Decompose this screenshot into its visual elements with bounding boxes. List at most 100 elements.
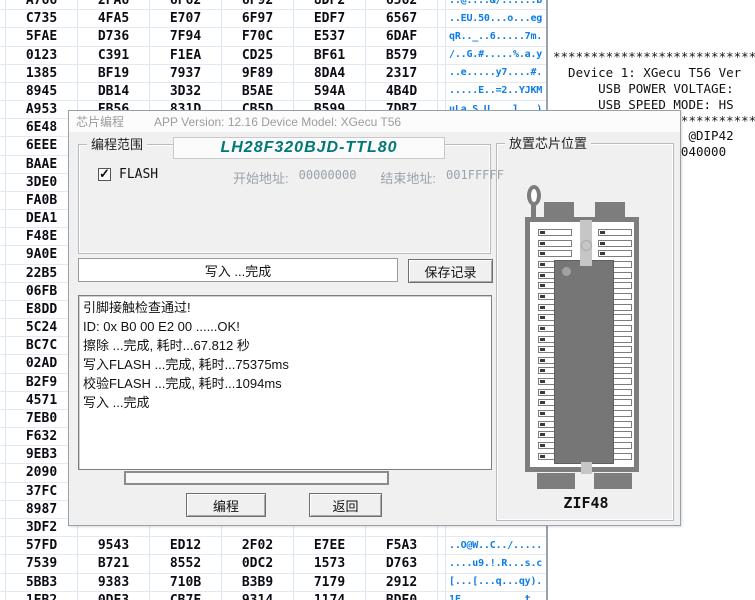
ascii-cell[interactable]: ..O@W..C../.....	[446, 537, 542, 555]
back-button[interactable]: 返回	[309, 493, 382, 517]
hex-cell[interactable]: E707	[150, 10, 222, 27]
hex-cell[interactable]: 0DF3	[78, 592, 150, 600]
hex-cell[interactable]: 2912	[366, 574, 438, 591]
hex-spacer	[438, 47, 446, 64]
hex-cell[interactable]: F70C	[222, 28, 294, 45]
hex-cell[interactable]: CD25	[222, 47, 294, 64]
operation-log[interactable]: 引脚接触检查通过!ID: 0x B0 00 E2 00 ......OK!擦除 …	[78, 295, 492, 470]
hex-cell[interactable]: 6DAF	[366, 28, 438, 45]
hex-cell[interactable]: 7F94	[150, 28, 222, 45]
end-address-label: 结束地址:	[380, 168, 436, 187]
chip-programming-dialog: 芯片编程 APP Version: 12.16 Device Model: XG…	[68, 110, 681, 526]
hex-cell[interactable]: 6562	[366, 0, 438, 9]
hex-cell[interactable]: B3B9	[222, 574, 294, 591]
hex-cell[interactable]: 5BB3	[6, 574, 78, 591]
hex-cell[interactable]: 1174	[294, 592, 366, 600]
flash-checkbox-row[interactable]: FLASH	[98, 167, 158, 182]
hex-cell[interactable]: 4B4D	[366, 83, 438, 100]
hex-cell[interactable]: 594A	[294, 83, 366, 100]
hex-cell[interactable]: E7EE	[294, 537, 366, 554]
hex-cell[interactable]: 6567	[366, 10, 438, 27]
hex-cell[interactable]: ED12	[150, 537, 222, 554]
hex-cell[interactable]: BF61	[294, 47, 366, 64]
hex-row[interactable]: 5FAE D736 7F94 F70C E537 6DAF qR.._..6..…	[0, 28, 546, 46]
socket-top-tab	[544, 202, 574, 218]
hex-cell[interactable]: D736	[78, 28, 150, 45]
hex-cell[interactable]: 8DF2	[294, 0, 366, 9]
hex-cell[interactable]: 2F02	[222, 537, 294, 554]
hex-spacer	[438, 555, 446, 572]
hex-cell[interactable]: F1EA	[150, 47, 222, 64]
hex-cell[interactable]: 5FAE	[6, 28, 78, 45]
hex-cell[interactable]: 7539	[6, 555, 78, 572]
hex-row[interactable]: 7539 B721 8552 0DC2 1573 D763 ....u9.!.R…	[0, 555, 546, 573]
hex-cell[interactable]: 2317	[366, 65, 438, 82]
hex-cell[interactable]: 8945	[6, 83, 78, 100]
hex-cell[interactable]: 8DA4	[294, 65, 366, 82]
flash-checkbox[interactable]	[98, 168, 111, 181]
hex-cell[interactable]: B5AE	[222, 83, 294, 100]
hex-cell[interactable]: 1573	[294, 555, 366, 572]
screen: A766 2FA6 6F62 6F92 8DF2 6562 ..@....&/.…	[0, 0, 755, 600]
hex-row[interactable]: 5BB3 9383 710B B3B9 7179 2912 [...[...q.…	[0, 574, 546, 592]
hex-cell[interactable]: CB7F	[150, 592, 222, 600]
ascii-cell[interactable]: ....u9.!.R...s.c	[446, 555, 542, 573]
hex-cell[interactable]: C735	[6, 10, 78, 27]
hex-cell[interactable]: 6F97	[222, 10, 294, 27]
hex-cell[interactable]: 1FB2	[6, 592, 78, 600]
hex-cell[interactable]: 3D32	[150, 83, 222, 100]
hex-cell[interactable]: BF19	[78, 65, 150, 82]
hex-cell[interactable]: 6F62	[150, 0, 222, 9]
hex-cell[interactable]: 2FA6	[78, 0, 150, 9]
dialog-title: 芯片编程	[76, 113, 124, 130]
hex-cell[interactable]: 1385	[6, 65, 78, 82]
pin-slot	[538, 250, 572, 257]
chip-name-box: LH28F320BJD-TTL80	[173, 137, 445, 159]
hex-row[interactable]: C735 4FA5 E707 6F97 EDF7 6567 ..EU.50...…	[0, 10, 546, 28]
hex-cell[interactable]: 4FA5	[78, 10, 150, 27]
hex-cell[interactable]: 7937	[150, 65, 222, 82]
hex-row[interactable]: 0123 C391 F1EA CD25 BF61 B579 /..G.#....…	[0, 47, 546, 65]
socket-bottom-tab	[594, 473, 632, 489]
hex-row[interactable]: 8945 DB14 3D32 B5AE 594A 4B4D .....E..=2…	[0, 83, 546, 101]
dialog-title-bar[interactable]: 芯片编程 APP Version: 12.16 Device Model: XG…	[69, 111, 680, 132]
hex-cell[interactable]: 9314	[222, 592, 294, 600]
hex-cell[interactable]: C391	[78, 47, 150, 64]
hex-cell[interactable]: 9383	[78, 574, 150, 591]
hex-row[interactable]: 57FD 9543 ED12 2F02 E7EE F5A3 ..O@W..C..…	[0, 537, 546, 555]
hex-cell[interactable]: F5A3	[366, 537, 438, 554]
ascii-cell[interactable]: /..G.#.....%.a.y	[446, 46, 542, 64]
hex-cell[interactable]: EDF7	[294, 10, 366, 27]
hex-row[interactable]: 1385 BF19 7937 9F89 8DA4 2317 ..e.....y7…	[0, 65, 546, 83]
hex-cell[interactable]: E537	[294, 28, 366, 45]
program-button[interactable]: 编程	[186, 493, 266, 517]
ascii-cell[interactable]: 1F...........t..	[446, 591, 542, 600]
ascii-cell[interactable]: ..e.....y7....#.	[446, 64, 542, 82]
ascii-cell[interactable]: [...[...q...qy).	[446, 573, 542, 591]
hex-row[interactable]: A766 2FA6 6F62 6F92 8DF2 6562 ..@....&/.…	[0, 0, 546, 10]
save-record-button[interactable]: 保存记录	[408, 259, 493, 283]
ascii-cell[interactable]: ..EU.50...o...eg	[446, 10, 542, 28]
hex-cell[interactable]: B579	[366, 47, 438, 64]
hex-cell[interactable]: 9F89	[222, 65, 294, 82]
hex-cell[interactable]: 6F92	[222, 0, 294, 9]
hex-cell[interactable]: A766	[6, 0, 78, 9]
hex-spacer	[438, 65, 446, 82]
ascii-cell[interactable]: ..@....&/......b	[446, 0, 542, 10]
hex-cell[interactable]: 710B	[150, 574, 222, 591]
hex-cell[interactable]: 0123	[6, 47, 78, 64]
hex-cell[interactable]: 57FD	[6, 537, 78, 554]
hex-cell[interactable]: 7179	[294, 574, 366, 591]
ascii-cell[interactable]: .....E..=2..YJKM	[446, 82, 542, 100]
device-info-line: ***************************	[553, 49, 755, 65]
hex-cell[interactable]: 9543	[78, 537, 150, 554]
ascii-cell[interactable]: qR.._..6.....7m.	[446, 28, 542, 46]
hex-cell[interactable]: 0DC2	[222, 555, 294, 572]
hex-row[interactable]: 1FB2 0DF3 CB7F 9314 1174 BDE0 1F........…	[0, 592, 546, 600]
pin-slot	[598, 250, 632, 257]
hex-cell[interactable]: D763	[366, 555, 438, 572]
hex-cell[interactable]: B721	[78, 555, 150, 572]
hex-cell[interactable]: DB14	[78, 83, 150, 100]
hex-cell[interactable]: 8552	[150, 555, 222, 572]
hex-cell[interactable]: BDE0	[366, 592, 438, 600]
